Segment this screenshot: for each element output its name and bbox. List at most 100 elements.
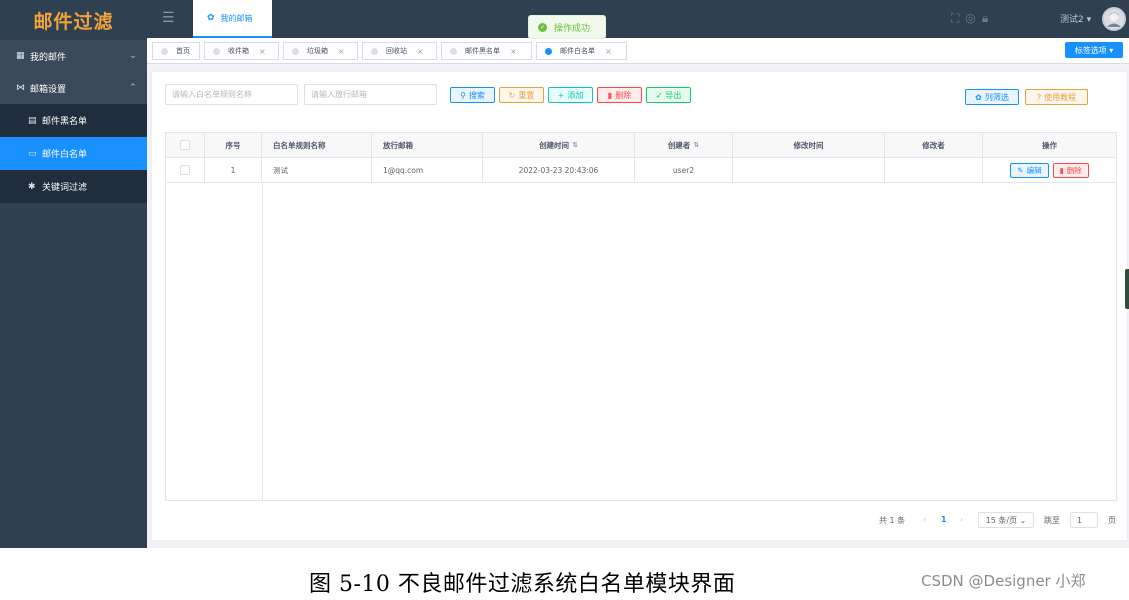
avatar[interactable] bbox=[1102, 7, 1126, 31]
nav-icon-group: ⛶ ◎ 🔒︎ bbox=[951, 11, 988, 26]
status-dot-icon bbox=[450, 47, 457, 55]
table-row: 1 测试 1@qq.com 2022-03-23 20:43:06 user2 … bbox=[166, 158, 1116, 183]
column-header: 修改者 bbox=[885, 133, 983, 157]
top-tab-label: 我的邮箱 bbox=[220, 13, 253, 23]
close-icon[interactable]: × bbox=[259, 47, 266, 56]
tutorial-button[interactable]: ? 使用教程 bbox=[1025, 89, 1088, 105]
add-button[interactable]: + 添加 bbox=[548, 87, 593, 103]
checkbox[interactable] bbox=[180, 140, 190, 150]
sidebar-item-whitelist[interactable]: ▭ 邮件白名单 bbox=[0, 137, 147, 170]
top-navbar: ☰ ✿ 我的邮箱 ⛶ ◎ 🔒︎ 测试2 ▾ bbox=[147, 0, 1129, 38]
tag-inbox[interactable]: 收件箱 × bbox=[204, 42, 279, 60]
sidebar-item-label: 我的邮件 bbox=[30, 52, 67, 63]
tag-label: 收件箱 bbox=[228, 47, 249, 55]
chevron-left-icon[interactable]: ‹ bbox=[923, 515, 926, 524]
status-dot-icon bbox=[292, 47, 299, 55]
trash-icon: ▮ bbox=[1059, 165, 1064, 175]
export-button[interactable]: ➶ 导出 bbox=[646, 87, 691, 103]
sidebar: 邮件过滤 ▦ 我的邮件 ⌄ ⋈ 邮箱设置 ⌃ ▤ 邮件黑名单 ▭ 邮件白名单 ✱… bbox=[0, 0, 147, 548]
globe-icon[interactable]: ◎ bbox=[965, 11, 975, 26]
cell-rule-name: 测试 bbox=[262, 158, 372, 182]
side-drawer-handle[interactable] bbox=[1125, 269, 1129, 309]
column-header-sortable[interactable]: 创建者 ⇅ bbox=[635, 133, 733, 157]
checkbox[interactable] bbox=[180, 165, 190, 175]
reset-button[interactable]: ↻ 重置 bbox=[499, 87, 544, 103]
tag-recycle-bin[interactable]: 回收站 × bbox=[362, 42, 437, 60]
mail-search-input[interactable] bbox=[304, 84, 437, 105]
rule-name-search-input[interactable] bbox=[165, 84, 298, 105]
window-icon: ▭ bbox=[28, 148, 37, 159]
toast-message: 操作成功 bbox=[554, 23, 591, 34]
sidebar-item-blacklist[interactable]: ▤ 邮件黑名单 bbox=[0, 104, 147, 137]
page-number-current[interactable]: 1 bbox=[941, 515, 947, 524]
sidebar-item-mailbox-settings[interactable]: ⋈ 邮箱设置 ⌃ bbox=[0, 72, 147, 104]
list-icon: ▤ bbox=[28, 115, 37, 126]
header-select-all[interactable] bbox=[166, 133, 205, 157]
sort-icon[interactable]: ⇅ bbox=[693, 141, 699, 149]
delete-button[interactable]: ▮ 删除 bbox=[597, 87, 642, 103]
main-card: ⚲ 搜索 ↻ 重置 + 添加 ▮ 删除 ➶ 导出 ✿ 列筛选 ? 使用教程 bbox=[151, 71, 1128, 541]
sidebar-item-label: 邮箱设置 bbox=[30, 84, 67, 95]
tag-home[interactable]: 首页 bbox=[152, 42, 200, 60]
pagination-total: 共 1 条 bbox=[879, 516, 906, 525]
gear-icon: ✿ bbox=[975, 92, 982, 102]
tag-spam[interactable]: 垃圾箱 × bbox=[283, 42, 358, 60]
fullscreen-icon[interactable]: ⛶ bbox=[951, 11, 959, 26]
export-button-label: 导出 bbox=[665, 90, 682, 100]
cell-actions: ✎ 编辑 ▮ 删除 bbox=[983, 158, 1116, 182]
user-menu[interactable]: 测试2 ▾ bbox=[1060, 12, 1091, 25]
tag-options-button[interactable]: 标签选项 ▾ bbox=[1065, 42, 1123, 58]
row-edit-button[interactable]: ✎ 编辑 bbox=[1010, 162, 1049, 178]
sidebar-item-label: 邮件黑名单 bbox=[42, 117, 88, 127]
lock-icon[interactable]: 🔒︎ bbox=[982, 11, 988, 26]
row-edit-label: 编辑 bbox=[1026, 165, 1042, 175]
question-icon: ? bbox=[1036, 92, 1042, 102]
mail-icon: ▦ bbox=[16, 51, 25, 61]
row-delete-label: 删除 bbox=[1066, 165, 1082, 175]
caret-down-icon: ▾ bbox=[1086, 15, 1092, 25]
sidebar-item-label: 邮件白名单 bbox=[42, 150, 88, 160]
table-header-row: 序号 白名单规则名称 放行邮箱 创建时间 ⇅ 创建者 ⇅ 修改时间 修改者 操作 bbox=[166, 133, 1116, 158]
cell-creator: user2 bbox=[635, 158, 733, 182]
tag-blacklist[interactable]: 邮件黑名单 × bbox=[441, 42, 532, 60]
search-icon: ⚲ bbox=[460, 90, 466, 100]
tag-label: 邮件白名单 bbox=[560, 47, 595, 55]
sidebar-item-label: 关键词过滤 bbox=[42, 183, 88, 193]
settings-icon: ⋈ bbox=[16, 83, 25, 93]
hamburger-icon[interactable]: ☰ bbox=[162, 11, 180, 25]
sort-icon[interactable]: ⇅ bbox=[572, 141, 578, 149]
gear-icon: ✿ bbox=[207, 13, 215, 23]
search-button[interactable]: ⚲ 搜索 bbox=[450, 87, 495, 103]
top-tab-my-mailbox[interactable]: ✿ 我的邮箱 bbox=[193, 0, 272, 38]
add-button-label: 添加 bbox=[567, 90, 584, 100]
delete-button-label: 删除 bbox=[615, 90, 632, 100]
column-header: 创建时间 bbox=[539, 140, 570, 150]
column-header-sortable[interactable]: 创建时间 ⇅ bbox=[483, 133, 635, 157]
tag-whitelist[interactable]: 邮件白名单 × bbox=[536, 42, 627, 60]
plus-icon: + bbox=[557, 90, 565, 100]
goto-page-input[interactable] bbox=[1070, 512, 1098, 528]
close-icon[interactable]: × bbox=[510, 47, 517, 56]
edit-icon: ✎ bbox=[1017, 165, 1024, 175]
page-size-select[interactable]: 15 条/页 ⌄ bbox=[978, 512, 1034, 528]
status-dot-icon bbox=[161, 47, 168, 55]
column-header: 序号 bbox=[205, 133, 262, 157]
success-toast: ✓ 操作成功 bbox=[528, 15, 606, 39]
whitelist-table: 序号 白名单规则名称 放行邮箱 创建时间 ⇅ 创建者 ⇅ 修改时间 修改者 操作 1… bbox=[165, 132, 1117, 501]
column-filter-button[interactable]: ✿ 列筛选 bbox=[965, 89, 1019, 105]
figure-caption: 图 5-10 不良邮件过滤系统白名单模块界面 bbox=[309, 572, 736, 597]
close-icon[interactable]: × bbox=[605, 47, 612, 56]
tag-label: 回收站 bbox=[386, 47, 407, 55]
column-header: 创建者 bbox=[667, 140, 691, 150]
row-delete-button[interactable]: ▮ 删除 bbox=[1052, 162, 1089, 178]
sidebar-item-my-mail[interactable]: ▦ 我的邮件 ⌄ bbox=[0, 40, 147, 72]
sidebar-item-keyword-filter[interactable]: ✱ 关键词过滤 bbox=[0, 170, 147, 203]
cell-modifier bbox=[885, 158, 983, 182]
user-name: 测试2 bbox=[1060, 15, 1084, 25]
app-logo[interactable]: 邮件过滤 bbox=[0, 0, 147, 40]
close-icon[interactable]: × bbox=[417, 47, 424, 56]
row-select[interactable] bbox=[166, 158, 205, 182]
chevron-right-icon[interactable]: › bbox=[960, 515, 963, 524]
close-icon[interactable]: × bbox=[338, 47, 345, 56]
column-filter-label: 列筛选 bbox=[984, 92, 1009, 102]
